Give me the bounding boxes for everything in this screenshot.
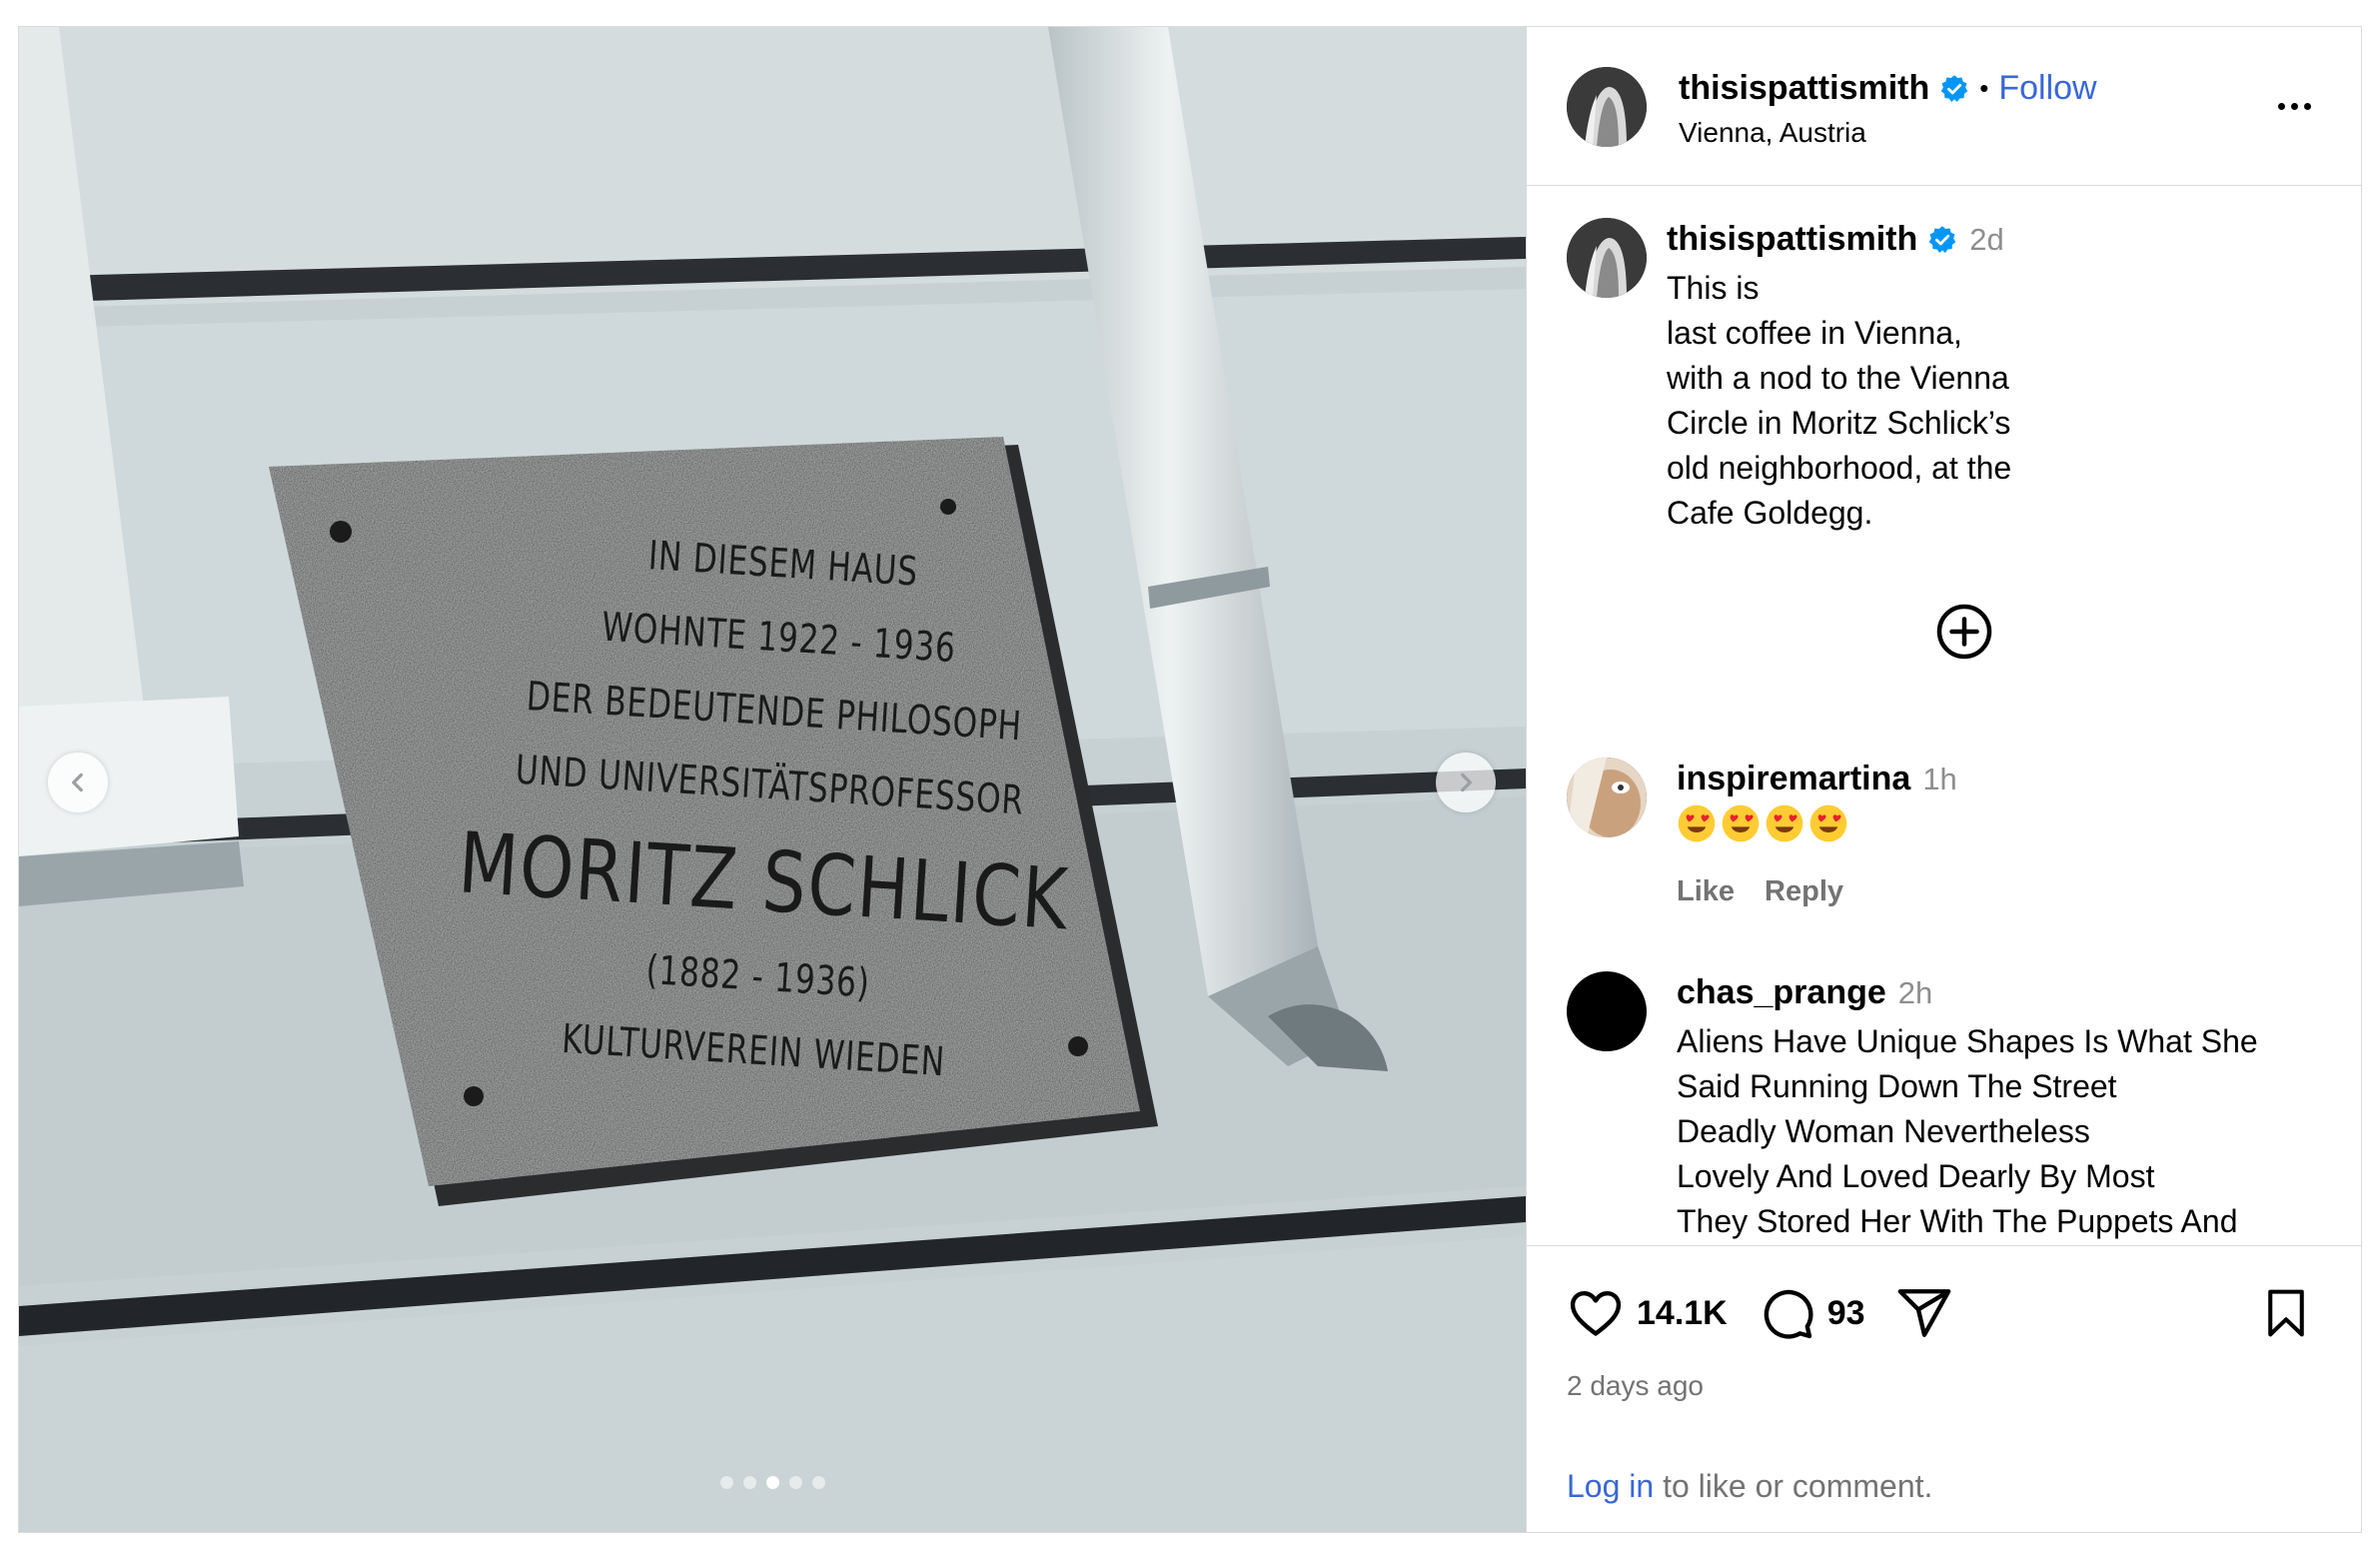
carousel-indicator [19,1476,1526,1489]
login-prompt-text: to like or comment. [1654,1468,1933,1504]
chevron-right-icon [1461,773,1472,792]
carousel-dot [765,1476,779,1489]
comment-time[interactable]: 1h [1922,762,1956,797]
comment-time[interactable]: 2h [1898,975,1932,1011]
carousel-dot [742,1476,756,1489]
caption-author-line: thisispattismith 2d [1667,220,2004,259]
comment-author-line: inspiremartina 1h [1677,760,1957,798]
post-location[interactable]: Vienna, Austria [1679,117,1866,149]
comment-text: Aliens Have Unique Shapes Is What She Sa… [1677,1023,2258,1239]
comments-count[interactable]: 93 [1827,1294,1865,1333]
heart-eyes-emoji-icon [1722,804,1760,842]
post-header: thisispattismith • Follow Vienna, Austri… [1527,27,2361,186]
caption-username[interactable]: thisispattismith [1667,220,1917,259]
author-username[interactable]: thisispattismith [1679,69,1929,108]
load-more-comments-button[interactable] [1934,602,1994,667]
action-bar: 14.1K 93 [1567,1284,1953,1342]
verified-badge-icon [1939,74,1969,104]
follow-button[interactable]: Follow [1998,69,2096,108]
post-timestamp[interactable]: 2 days ago [1567,1370,1704,1402]
comment-username[interactable]: inspiremartina [1677,760,1910,798]
previous-image-button[interactable] [48,753,108,812]
caption-time[interactable]: 2d [1969,222,2003,258]
verified-badge-icon [1927,225,1957,255]
post-image-carousel[interactable]: IN DIESEM HAUS WOHNTE 1922 - 1936 DER BE… [19,27,1526,1532]
heart-eyes-emoji-icon [1766,804,1803,842]
avatar-image [1567,758,1647,837]
caption-text: This is last coffee in Vienna, with a no… [1667,270,2012,531]
comment-actions: Like Reply [1677,875,1843,908]
chevron-left-icon [72,773,83,792]
post-container: IN DIESEM HAUS WOHNTE 1922 - 1936 DER BE… [18,26,2362,1533]
share-icon[interactable] [1895,1284,1953,1342]
like-comment-button[interactable]: Like [1677,875,1735,908]
commenter-avatar[interactable] [1567,758,1647,837]
plaque-inscription: IN DIESEM HAUS WOHNTE 1922 - 1936 DER BE… [303,500,1235,1115]
comment-emoji-text [1677,803,1848,843]
carousel-dot [719,1476,733,1489]
carousel-dot [788,1476,802,1489]
reply-comment-button[interactable]: Reply [1765,875,1843,908]
comments-section[interactable]: thisispattismith 2d This is last coffee … [1527,186,2361,1245]
more-options-icon[interactable] [2278,103,2311,110]
heart-icon[interactable] [1567,1284,1625,1342]
log-in-link[interactable]: Log in [1567,1468,1654,1504]
post-details-panel: thisispattismith • Follow Vienna, Austri… [1526,27,2361,1532]
bookmark-icon[interactable] [2259,1284,2313,1347]
comment-username[interactable]: chas_prange [1677,973,1886,1012]
author-avatar[interactable] [1567,67,1647,147]
commenter-avatar[interactable] [1567,971,1647,1051]
heart-eyes-emoji-icon [1809,804,1847,842]
likes-count[interactable]: 14.1K [1637,1294,1728,1333]
carousel-dot [811,1476,825,1489]
post-actions-footer: 14.1K 93 2 days ago Log in to like or co… [1527,1245,2361,1532]
heart-eyes-emoji-icon [1678,804,1716,842]
caption-avatar[interactable] [1567,218,1647,298]
plus-circle-icon [1936,604,1992,660]
login-prompt: Log in to like or comment. [1567,1468,1932,1505]
separator-dot: • [1979,73,1989,103]
avatar-image [1567,218,1647,298]
next-image-button[interactable] [1436,753,1496,812]
comment-author-line: chas_prange 2h [1677,973,1932,1012]
avatar-image [1567,67,1647,147]
author-line: thisispattismith • Follow [1679,69,2097,108]
comment-icon[interactable] [1758,1284,1815,1342]
